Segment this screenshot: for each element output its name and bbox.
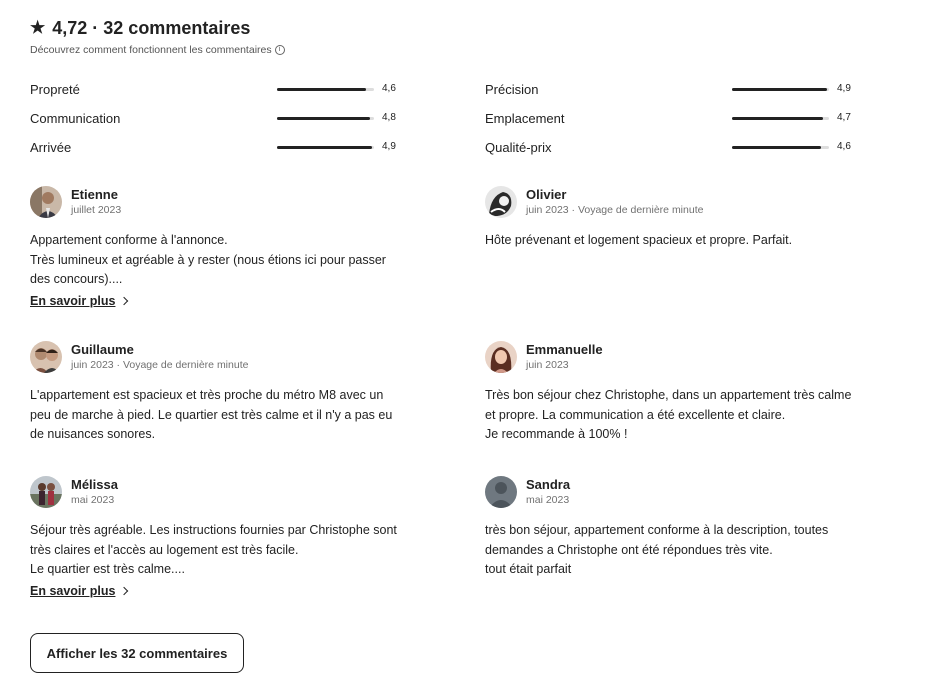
rating-label: Propreté [30,82,80,97]
review-card: Olivier juin 2023 · Voyage de dernière m… [485,186,855,251]
review-text: L'appartement est spacieux et très proch… [30,388,393,441]
review-header: Emmanuelle juin 2023 [485,341,855,375]
review-card: Mélissa mai 2023 Séjour très agréable. L… [30,476,400,600]
rating-bar-fill [277,146,373,149]
rating-value: 4,6 [382,83,396,94]
reviewer-name: Etienne [71,187,118,202]
chevron-right-icon [120,586,129,595]
rating-label: Précision [485,82,539,97]
rating-bar [732,88,829,91]
rating-bar [732,117,829,120]
review-text: Très bon séjour chez Christophe, dans un… [485,388,852,441]
read-more-label[interactable]: En savoir plus [30,584,115,598]
review-header: Sandra mai 2023 [485,476,855,510]
reviewer-name: Sandra [526,477,571,492]
subtitle-text[interactable]: Découvrez comment fonctionnent les comme… [30,44,272,56]
rating-value: 4,9 [382,141,396,152]
rating-label: Arrivée [30,140,72,155]
read-more-label[interactable]: En savoir plus [30,294,115,308]
avatar[interactable] [485,341,517,373]
review-date: juillet 2023 [71,204,122,216]
rating-bar [732,146,829,149]
avatar[interactable] [30,186,62,218]
reviewer-name: Guillaume [71,342,134,357]
ratings-column-left: Propreté 4,6 Communication 4,8 Arrivée 4… [30,80,400,167]
reviewer-name: Olivier [526,187,567,202]
review-header: Etienne juillet 2023 [30,186,400,220]
review-header: Mélissa mai 2023 [30,476,400,510]
reviews-subtitle[interactable]: Découvrez comment fonctionnent les comme… [30,44,285,56]
info-icon[interactable]: i [274,45,285,55]
review-header: Guillaume juin 2023 · Voyage de dernière… [30,341,400,375]
review-date: mai 2023 [71,494,115,506]
avatar[interactable] [30,476,62,508]
avatar[interactable] [485,186,517,218]
rating-bar-fill [277,88,367,91]
ratings-column-right: Précision 4,9 Emplacement 4,7 Qualité-pr… [485,80,855,167]
rating-value: 4,7 [837,112,851,123]
rating-bar [277,117,374,120]
rating-row-qualite-prix: Qualité-prix 4,6 [485,138,855,167]
review-text: Séjour très agréable. Les instructions f… [30,523,397,576]
reviews-title: ★ 4,72 · 32 commentaires [30,16,285,40]
rating-bar-fill [732,88,828,91]
rating-row-emplacement: Emplacement 4,7 [485,109,855,138]
review-card: Guillaume juin 2023 · Voyage de dernière… [30,341,400,445]
rating-row-arrivee: Arrivée 4,9 [30,138,400,167]
review-date: juin 2023 · Voyage de dernière minute [71,359,249,371]
rating-row-proprete: Propreté 4,6 [30,80,400,109]
review-card: Sandra mai 2023 très bon séjour, apparte… [485,476,855,580]
show-all-reviews-button[interactable]: Afficher les 32 commentaires [30,633,244,673]
rating-label: Qualité-prix [485,140,552,155]
rating-value: 4,9 [837,83,851,94]
read-more-link[interactable]: En savoir plus [30,584,129,598]
rating-bar-fill [277,117,371,120]
review-text: Appartement conforme à l'annonce. Très l… [30,233,386,286]
review-card: Etienne juillet 2023 Appartement conform… [30,186,400,310]
rating-label: Communication [30,111,121,126]
rating-bar [277,88,374,91]
read-more-link[interactable]: En savoir plus [30,294,129,308]
review-date: juin 2023 · Voyage de dernière minute [526,204,704,216]
rating-value: 4,8 [382,112,396,123]
chevron-right-icon [120,296,129,305]
review-date: mai 2023 [526,494,570,506]
rating-bar-fill [732,146,822,149]
rating-bar [277,146,374,149]
review-card: Emmanuelle juin 2023 Très bon séjour che… [485,341,855,445]
rating-summary: 4,72 · 32 commentaires [52,17,251,38]
rating-label: Emplacement [485,111,565,126]
rating-row-precision: Précision 4,9 [485,80,855,109]
review-text: très bon séjour, appartement conforme à … [485,523,829,576]
review-header: Olivier juin 2023 · Voyage de dernière m… [485,186,855,220]
reviewer-name: Emmanuelle [526,342,603,357]
star-icon: ★ [30,18,46,37]
avatar[interactable] [485,476,517,508]
reviewer-name: Mélissa [71,477,118,492]
review-date: juin 2023 [526,359,569,371]
reviews-header: ★ 4,72 · 32 commentaires Découvrez comme… [30,16,285,56]
review-text: Hôte prévenant et logement spacieux et p… [485,233,793,247]
rating-value: 4,6 [837,141,851,152]
rating-row-communication: Communication 4,8 [30,109,400,138]
avatar[interactable] [30,341,62,373]
rating-bar-fill [732,117,824,120]
